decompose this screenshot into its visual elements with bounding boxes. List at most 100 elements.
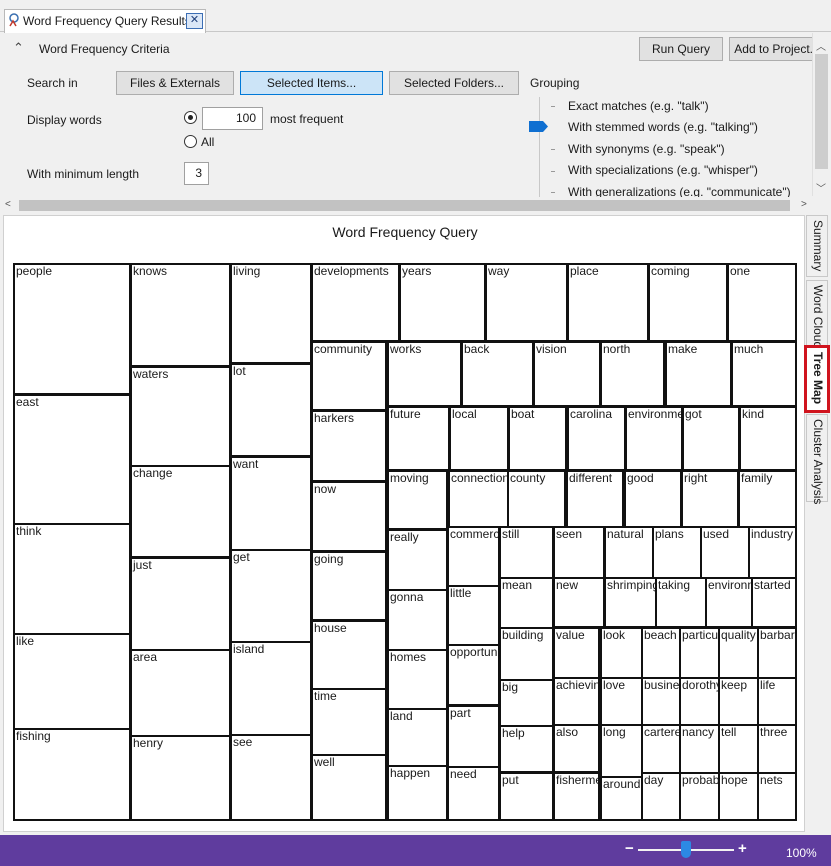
treemap-cell[interactable]: place — [567, 263, 649, 342]
treemap-cell[interactable]: opportuni — [447, 644, 500, 706]
tab-word-frequency-results[interactable]: Word Frequency Query Results ✕ — [4, 9, 206, 33]
treemap-cell[interactable]: new — [553, 577, 605, 628]
treemap-cell[interactable]: different — [566, 470, 624, 530]
treemap-cell[interactable]: living — [230, 263, 312, 364]
treemap-cell[interactable]: particu — [679, 627, 720, 679]
most-frequent-radio[interactable] — [184, 111, 197, 124]
treemap-cell[interactable]: going — [311, 551, 387, 621]
treemap-cell[interactable]: three — [757, 724, 797, 774]
treemap-cell[interactable]: commerce — [447, 526, 500, 587]
collapse-chevron-icon[interactable]: ⌃ — [13, 40, 24, 56]
treemap-cell[interactable]: put — [499, 772, 554, 821]
files-externals-button[interactable]: Files & Externals — [116, 71, 234, 95]
treemap-cell[interactable]: got — [682, 406, 740, 471]
treemap-cell[interactable]: gonna — [387, 589, 448, 651]
display-count-input[interactable]: 100 — [202, 107, 263, 130]
side-tab-word-cloud[interactable]: Word Cloud — [806, 280, 828, 348]
treemap-cell[interactable]: busine — [641, 677, 682, 726]
treemap-cell[interactable]: big — [499, 679, 554, 727]
treemap-cell[interactable]: waters — [130, 366, 231, 467]
grouping-option-exact[interactable]: Exact matches (e.g. "talk") — [568, 99, 709, 113]
treemap-cell[interactable]: help — [499, 725, 554, 773]
treemap-cell[interactable]: plans — [652, 526, 703, 579]
treemap-cell[interactable]: works — [387, 341, 462, 407]
treemap-cell[interactable]: boat — [508, 406, 567, 471]
treemap-cell[interactable]: much — [731, 341, 797, 407]
treemap-cell[interactable]: hope — [718, 772, 759, 821]
close-icon[interactable]: ✕ — [186, 13, 203, 29]
treemap-cell[interactable]: future — [387, 406, 450, 471]
treemap-cell[interactable]: community — [311, 341, 387, 411]
criteria-horizontal-scroll-thumb[interactable] — [19, 200, 790, 211]
treemap-cell[interactable]: nets — [757, 772, 797, 821]
treemap-cell[interactable]: well — [311, 754, 387, 821]
scroll-down-icon[interactable]: ﹀ — [816, 180, 826, 195]
treemap-cell[interactable]: developments — [311, 263, 400, 342]
treemap-cell[interactable]: fisherme — [553, 772, 600, 821]
treemap-cell[interactable]: day — [641, 772, 682, 821]
grouping-slider-track[interactable] — [539, 97, 540, 197]
scroll-right-icon[interactable]: > — [801, 199, 807, 210]
treemap-cell[interactable]: achievin — [553, 677, 600, 726]
grouping-option-synonyms[interactable]: With synonyms (e.g. "speak") — [568, 142, 725, 156]
treemap-cell[interactable]: long — [600, 724, 643, 778]
treemap-cell[interactable]: people — [13, 263, 131, 395]
treemap-cell[interactable]: tell — [718, 724, 759, 774]
treemap-cell[interactable]: years — [399, 263, 486, 342]
treemap-cell[interactable]: dorothy — [679, 677, 720, 726]
treemap-cell[interactable]: love — [600, 677, 643, 726]
treemap-cell[interactable]: change — [130, 465, 231, 558]
treemap-cell[interactable]: started — [751, 577, 797, 628]
treemap-cell[interactable]: county — [507, 470, 566, 530]
treemap-cell[interactable]: carolina — [567, 406, 626, 471]
treemap-cell[interactable]: east — [13, 394, 131, 526]
treemap-cell[interactable]: nancy — [679, 724, 720, 774]
add-to-project-button[interactable]: Add to Project... — [729, 37, 825, 61]
scroll-up-icon[interactable]: ︿ — [816, 38, 826, 53]
treemap-cell[interactable]: taking — [655, 577, 707, 628]
treemap-cell[interactable]: fishing — [13, 728, 131, 821]
treemap-cell[interactable]: environme — [625, 406, 683, 471]
treemap-cell[interactable]: get — [230, 549, 312, 643]
treemap-cell[interactable]: see — [230, 734, 312, 821]
treemap-cell[interactable]: used — [700, 526, 750, 579]
treemap-cell[interactable]: house — [311, 620, 387, 690]
treemap-cell[interactable]: coming — [648, 263, 728, 342]
side-tab-tree-map[interactable]: Tree Map — [804, 345, 830, 413]
treemap-cell[interactable]: good — [624, 470, 682, 530]
treemap-cell[interactable]: around — [600, 776, 643, 821]
treemap-cell[interactable]: knows — [130, 263, 231, 367]
treemap-cell[interactable]: mean — [499, 577, 554, 629]
treemap-cell[interactable]: right — [681, 470, 739, 530]
criteria-vertical-scroll-thumb[interactable] — [815, 54, 828, 169]
treemap-cell[interactable]: local — [449, 406, 509, 471]
treemap-cell[interactable]: natural — [604, 526, 655, 579]
grouping-option-specializations[interactable]: With specializations (e.g. "whisper") — [568, 163, 758, 177]
run-query-button[interactable]: Run Query — [639, 37, 723, 61]
treemap-cell[interactable]: now — [311, 481, 387, 552]
treemap-cell[interactable]: connection — [448, 470, 509, 530]
treemap-cell[interactable]: want — [230, 456, 312, 551]
grouping-slider-thumb[interactable] — [529, 121, 549, 132]
side-tab-cluster-analysis[interactable]: Cluster Analysis — [806, 414, 828, 504]
treemap-cell[interactable]: vision — [533, 341, 601, 407]
treemap-cell[interactable]: value — [553, 627, 600, 679]
treemap-cell[interactable]: part — [447, 705, 500, 768]
treemap-cell[interactable]: north — [600, 341, 665, 407]
selected-items-button[interactable]: Selected Items... — [240, 71, 383, 95]
treemap-cell[interactable]: area — [130, 649, 231, 737]
treemap-cell[interactable]: life — [757, 677, 797, 726]
treemap-cell[interactable]: moving — [387, 470, 448, 530]
scroll-left-icon[interactable]: < — [5, 199, 11, 210]
side-tab-summary[interactable]: Summary — [806, 215, 828, 277]
treemap-cell[interactable]: shrimping — [604, 577, 657, 628]
zoom-out-icon[interactable]: − — [625, 840, 634, 857]
treemap-cell[interactable]: one — [727, 263, 797, 342]
treemap-cell[interactable]: make — [665, 341, 732, 407]
treemap-cell[interactable]: also — [553, 724, 600, 773]
treemap-cell[interactable]: henry — [130, 735, 231, 821]
treemap-cell[interactable]: time — [311, 688, 387, 756]
treemap-cell[interactable]: still — [499, 526, 554, 579]
zoom-in-icon[interactable]: + — [738, 840, 747, 857]
treemap-cell[interactable]: harkers — [311, 410, 387, 482]
